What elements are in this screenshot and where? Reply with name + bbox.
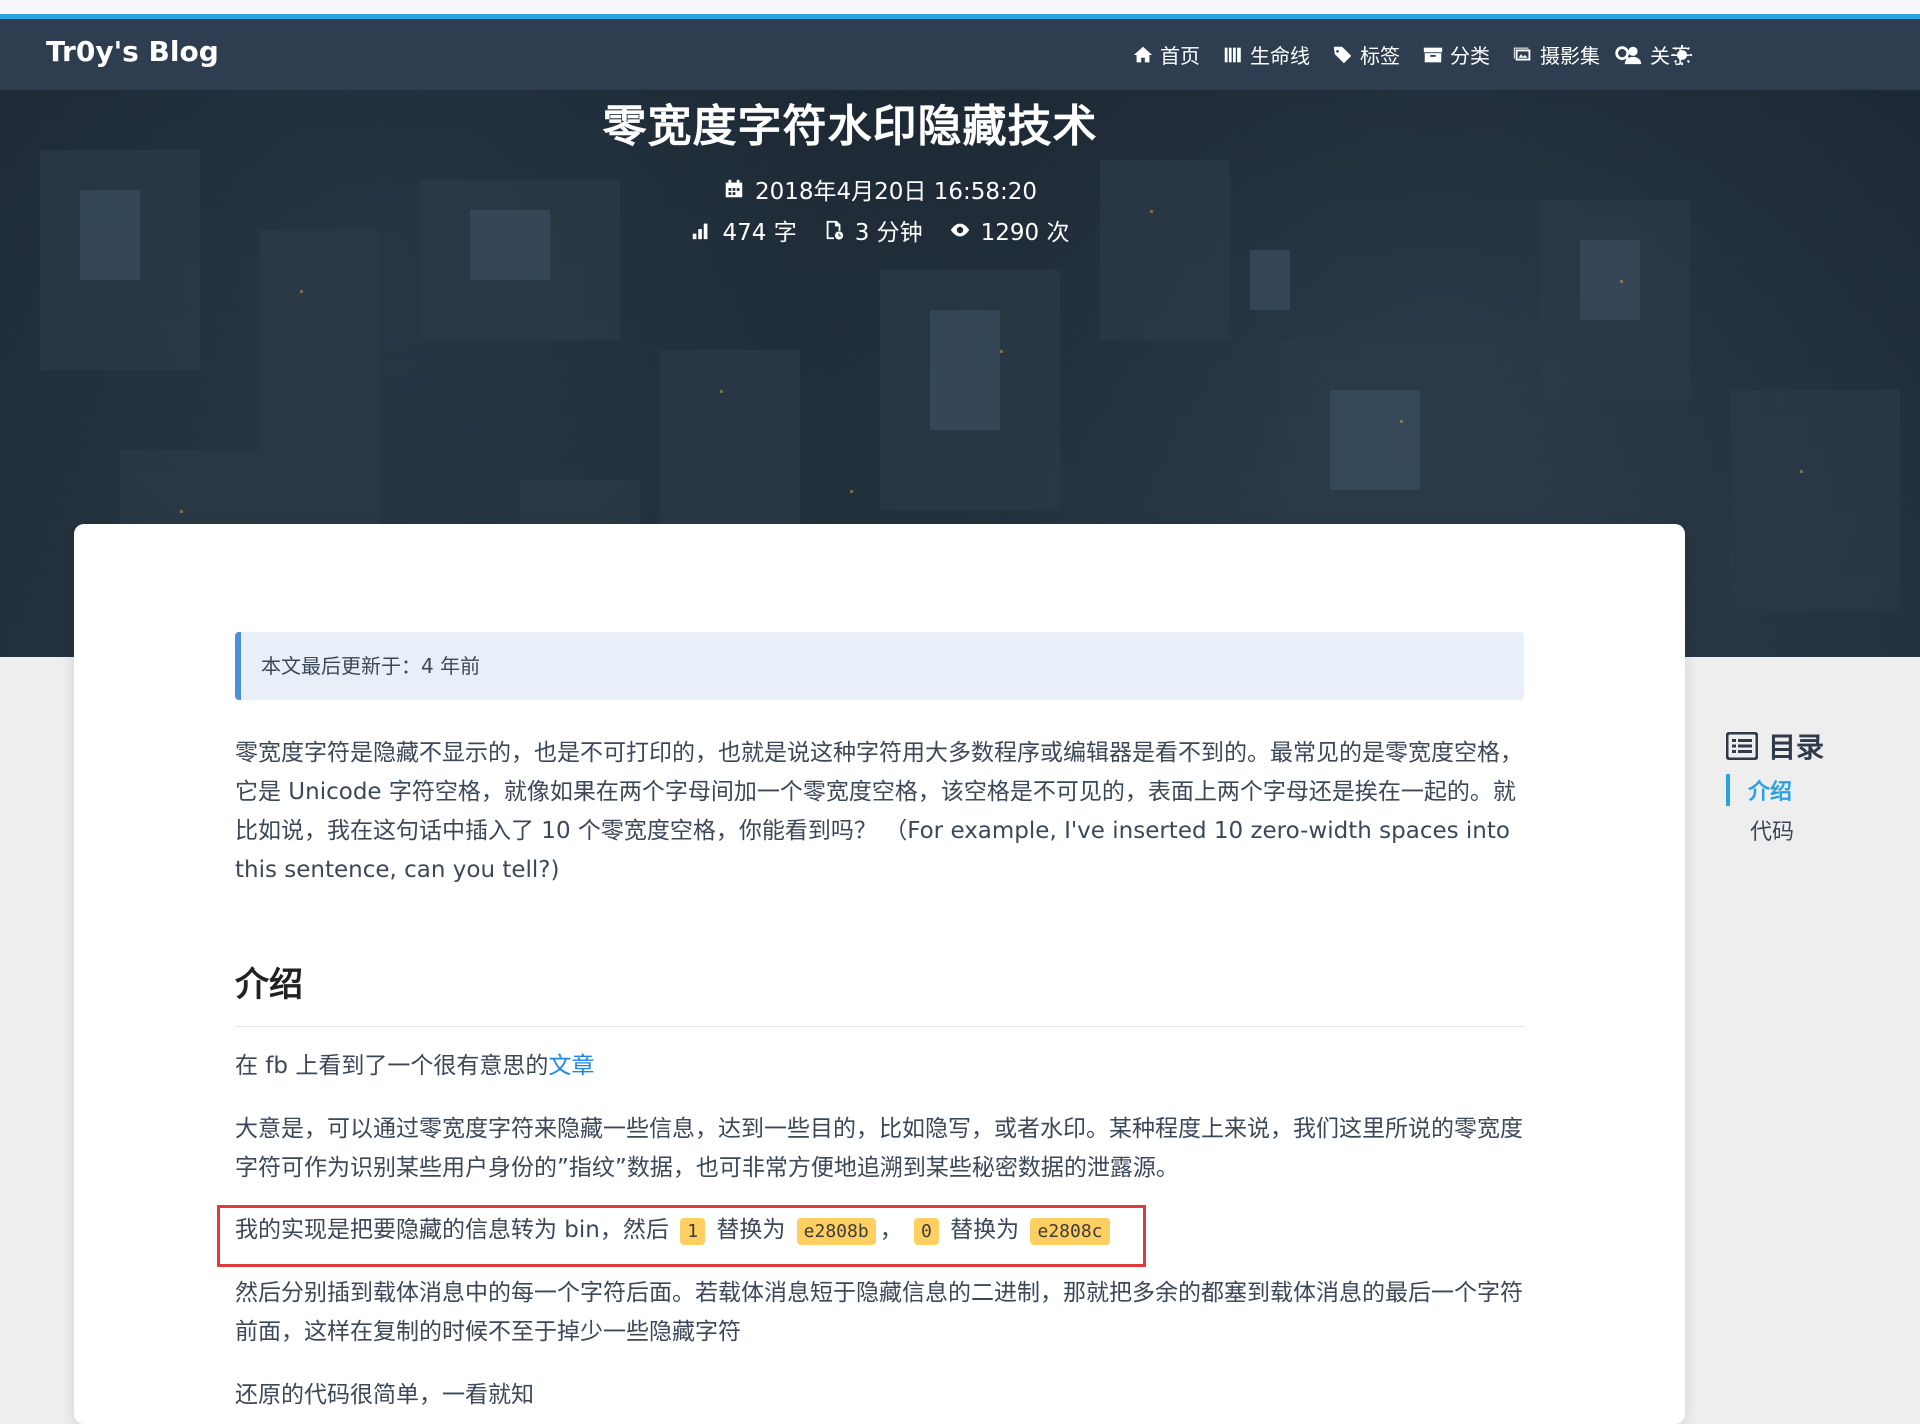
table-of-contents: 目录 介绍 代码 [1726, 726, 1906, 846]
home-icon [1133, 46, 1153, 62]
nav-item-archive[interactable]: 生命线 [1222, 40, 1310, 69]
view-count: 1290 次 [949, 213, 1070, 247]
paragraph-restore: 还原的代码很简单，一看就知 [235, 1382, 534, 1408]
reading-progress-strip [0, 0, 1920, 19]
document-clock-icon [826, 220, 843, 240]
nav-item-photos[interactable]: 摄影集 [1512, 40, 1600, 69]
paragraph-text: 在 fb 上看到了一个很有意思的 [235, 1053, 549, 1079]
post-date-line: 2018年4月20日 16:58:20 [0, 172, 1760, 206]
nav-item-home[interactable]: 首页 [1132, 40, 1200, 69]
sun-icon [1671, 44, 1693, 66]
nav-item-label: 生命线 [1250, 44, 1310, 68]
paragraph-source: 在 fb 上看到了一个很有意思的文章 [235, 1047, 1524, 1086]
intro-paragraph: 零宽度字符是隐藏不显示的，也是不可打印的，也就是说这种字符用大多数程序或编辑器是… [235, 740, 1523, 883]
toc-item-code[interactable]: 代码 [1726, 814, 1906, 846]
nav-item-label: 标签 [1360, 44, 1400, 68]
calendar-icon [725, 179, 743, 198]
last-updated-text: 本文最后更新于：4 年前 [261, 653, 481, 678]
paragraph-meaning: 大意是，可以通过零宽度字符来隐藏一些信息，达到一些目的，比如隐写，或者水印。某种… [235, 1116, 1523, 1181]
archive-icon [1224, 47, 1241, 62]
post-title: 零宽度字符水印隐藏技术 [602, 101, 1098, 152]
tags-icon [1333, 46, 1352, 63]
main-nav: 首页 生命线 标签 分类 摄影集 关于 [1110, 19, 1690, 90]
theme-toggle-button[interactable] [1668, 41, 1696, 69]
nav-item-tags[interactable]: 标签 [1332, 40, 1400, 69]
view-count-value: 1290 次 [980, 220, 1070, 246]
read-time: 3 分钟 [823, 213, 923, 247]
search-button[interactable] [1610, 41, 1638, 69]
top-navbar: Tr0y's Blog 首页 生命线 标签 分类 摄影集 关于 [0, 19, 1920, 90]
nav-item-label: 首页 [1160, 44, 1200, 68]
post-stats-line: 474 字 3 分钟 1290 次 [0, 213, 1760, 247]
blog-brand-link[interactable]: Tr0y's Blog [46, 35, 219, 68]
list-icon [1726, 732, 1758, 760]
annotation-highlight-box [217, 1205, 1146, 1267]
post-date: 2018年4月20日 16:58:20 [754, 179, 1038, 205]
bar-chart-icon [693, 223, 708, 240]
nav-item-label: 摄影集 [1540, 44, 1600, 68]
last-updated-note: 本文最后更新于：4 年前 [235, 632, 1524, 700]
article-link[interactable]: 文章 [548, 1053, 594, 1079]
word-count-value: 474 字 [722, 220, 797, 246]
article-card: 本文最后更新于：4 年前 零宽度字符是隐藏不显示的，也是不可打印的，也就是说这种… [74, 524, 1685, 1424]
nav-item-categories[interactable]: 分类 [1422, 40, 1490, 69]
folder-icon [1423, 47, 1443, 62]
toc-item-intro[interactable]: 介绍 [1726, 774, 1906, 806]
toc-title-label: 目录 [1768, 731, 1825, 764]
section-heading-intro: 介绍 [235, 960, 1524, 1027]
read-time-value: 3 分钟 [854, 220, 923, 246]
nav-item-label: 分类 [1450, 44, 1490, 68]
eye-icon [950, 223, 969, 237]
search-icon [1615, 46, 1633, 64]
toc-title: 目录 [1726, 726, 1906, 766]
images-icon [1513, 47, 1531, 60]
paragraph-insertion: 然后分别插到载体消息中的每一个字符后面。若载体消息短于隐藏信息的二进制，那就把多… [235, 1280, 1523, 1345]
word-count: 474 字 [690, 213, 797, 247]
